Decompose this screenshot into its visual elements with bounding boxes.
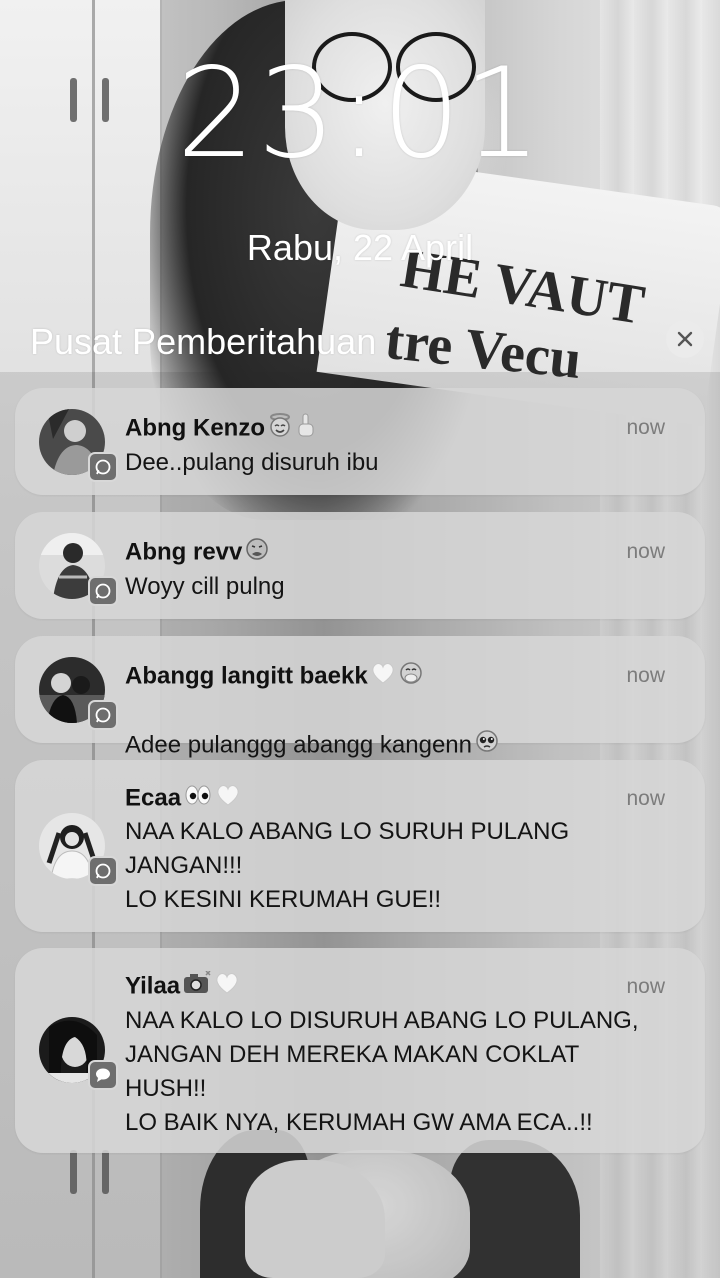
notification-time: now	[626, 416, 665, 439]
lockscreen-clock: 23:01	[176, 42, 544, 186]
notification-message: Woyy cill pulng	[125, 573, 285, 600]
notification-card[interactable]: Abangg langitt baekk now Adee pulanggg a…	[15, 636, 705, 758]
notification-sender: Abng Kenzo	[125, 412, 317, 446]
hand-gesture-emoji	[295, 412, 317, 446]
pleading-face-emoji	[474, 728, 500, 764]
eyes-emoji	[183, 783, 213, 815]
notification-sender: Yilaa	[125, 970, 240, 1003]
close-icon	[677, 331, 693, 347]
notification-sender: Abng revv	[125, 536, 270, 570]
notification-time: now	[626, 975, 665, 998]
smiling-face-with-halo-emoji	[267, 412, 293, 446]
notification-sender: Abangg langitt baekk	[125, 660, 424, 694]
notification-message: NAA KALO LO DISURUH ABANG LO PULANG, JAN…	[125, 1007, 639, 1136]
white-heart-emoji	[370, 661, 396, 693]
notification-message: Adee pulanggg abangg kangenn	[125, 694, 665, 764]
notification-message: Dee..pulang disuruh ibu	[125, 449, 379, 476]
notification-card[interactable]: Abng revv now Woyy cill pulng	[15, 512, 705, 619]
face-with-hand-over-mouth-emoji	[398, 660, 424, 694]
notification-card[interactable]: Abng Kenzo now Dee..pulang disuruh ibu	[15, 388, 705, 495]
notification-time: now	[626, 787, 665, 810]
whatsapp-icon	[88, 576, 118, 606]
messages-icon	[88, 1060, 118, 1090]
notification-message: NAA KALO ABANG LO SURUH PULANG JANGAN!!!…	[125, 818, 570, 913]
notification-center-title: Pusat Pemberitahuan	[30, 321, 377, 362]
lockscreen-date: Rabu, 22 April	[246, 227, 474, 268]
notification-card[interactable]: Ecaa now NAA KALO ABANG LO SURUH PULANG …	[15, 760, 705, 932]
whatsapp-icon	[88, 856, 118, 886]
whatsapp-icon	[88, 452, 118, 482]
notification-time: now	[626, 540, 665, 563]
notification-card[interactable]: Yilaa now NAA KALO LO DISURUH ABANG LO P…	[15, 948, 705, 1153]
notification-time: now	[626, 664, 665, 687]
camera-with-flash-emoji	[182, 970, 212, 1003]
notification-sender: Ecaa	[125, 783, 241, 815]
white-heart-emoji	[214, 971, 240, 1003]
whatsapp-icon	[88, 700, 118, 730]
clear-notifications-button[interactable]	[666, 320, 704, 358]
nauseated-face-emoji	[244, 536, 270, 570]
white-heart-emoji	[215, 783, 241, 815]
